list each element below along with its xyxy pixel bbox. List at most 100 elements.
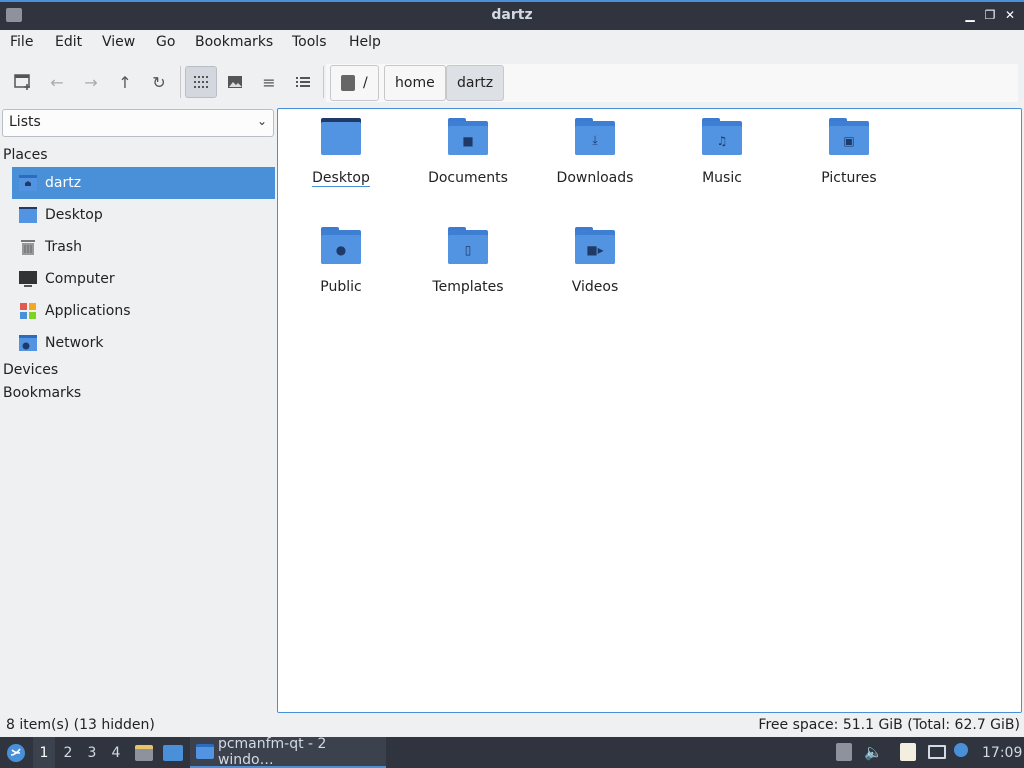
- menu-go[interactable]: Go: [156, 34, 175, 50]
- window-title: dartz: [491, 7, 533, 23]
- forward-button[interactable]: →: [75, 66, 107, 98]
- sidebar-item-label: Computer: [45, 271, 115, 287]
- workspace-3[interactable]: 3: [81, 737, 103, 768]
- file-item-templates[interactable]: ▯ Templates: [413, 227, 523, 295]
- status-free-space: Free space: 51.1 GiB (Total: 62.7 GiB): [758, 717, 1020, 733]
- sidebar-item-computer[interactable]: Computer: [12, 263, 275, 295]
- list-icon: ≡: [262, 72, 276, 92]
- taskbar-task-pcmanfm[interactable]: pcmanfm-qt - 2 windo…: [190, 736, 386, 768]
- public-folder-icon: ●: [321, 227, 361, 265]
- file-item-label: Pictures: [821, 170, 877, 186]
- sidebar-item-applications[interactable]: Applications: [12, 295, 275, 327]
- maximize-icon[interactable]: ❐: [982, 7, 998, 23]
- workspace-1[interactable]: 1: [33, 737, 55, 768]
- menu-bar: File Edit View Go Bookmarks Tools Help: [0, 30, 1024, 56]
- image-icon: [228, 76, 242, 88]
- reload-button[interactable]: ↻: [143, 66, 175, 98]
- sidebar-item-label: Trash: [45, 239, 82, 255]
- home-folder-icon: [18, 174, 38, 192]
- menu-view[interactable]: View: [102, 34, 135, 50]
- detailed-list-icon: [296, 77, 310, 87]
- tray-arrow-icon[interactable]: [836, 743, 854, 761]
- file-item-music[interactable]: ♫ Music: [667, 118, 777, 186]
- file-manager-launcher[interactable]: [134, 737, 154, 768]
- workspace-2[interactable]: 2: [57, 737, 79, 768]
- file-item-label: Downloads: [556, 170, 634, 186]
- downloads-folder-icon: ⤓: [575, 118, 615, 156]
- menu-bookmarks[interactable]: Bookmarks: [195, 34, 273, 50]
- volume-icon[interactable]: 🔈: [864, 743, 883, 761]
- breadcrumb-dartz[interactable]: dartz: [446, 65, 505, 101]
- side-panel-mode-select[interactable]: Lists ⌄: [2, 109, 274, 137]
- file-item-label: Templates: [432, 279, 504, 295]
- up-button[interactable]: ↑: [109, 66, 141, 98]
- desktop-folder-icon: [321, 118, 361, 156]
- chevron-down-icon: ⌄: [256, 114, 267, 128]
- pictures-folder-icon: ▣: [829, 118, 869, 156]
- compact-view-button[interactable]: ≡: [253, 66, 285, 98]
- computer-icon: [18, 270, 38, 288]
- lxqt-logo-icon: [7, 743, 25, 762]
- notification-icon[interactable]: [954, 743, 972, 761]
- show-desktop-button[interactable]: [162, 737, 184, 768]
- menu-file[interactable]: File: [10, 34, 33, 50]
- desktop-icon: [163, 744, 183, 761]
- sidebar-item-label: Applications: [45, 303, 131, 319]
- breadcrumb-dartz-label: dartz: [457, 75, 494, 91]
- network-icon: [18, 334, 38, 352]
- breadcrumb-home[interactable]: home: [384, 65, 446, 101]
- toolbar-separator: [323, 66, 324, 98]
- file-item-label: Documents: [428, 170, 508, 186]
- thumbnail-view-button[interactable]: [219, 66, 251, 98]
- side-panel-mode-value: Lists: [9, 114, 41, 130]
- file-item-downloads[interactable]: ⤓ Downloads: [540, 118, 650, 186]
- window-titlebar[interactable]: dartz ▁ ❐ ✕: [0, 0, 1024, 30]
- grid-icon: [194, 76, 208, 88]
- arrow-up-icon: ↑: [118, 72, 132, 92]
- desktop-folder-icon: [18, 206, 38, 224]
- file-item-desktop[interactable]: Desktop: [286, 118, 396, 187]
- network-tray-icon[interactable]: [928, 743, 946, 761]
- detailed-view-button[interactable]: [287, 66, 319, 98]
- breadcrumb-root[interactable]: /: [330, 65, 379, 101]
- sidebar-item-network[interactable]: Network: [12, 327, 275, 359]
- sidebar-item-trash[interactable]: Trash: [12, 231, 275, 263]
- close-icon[interactable]: ✕: [1002, 7, 1018, 23]
- menu-help[interactable]: Help: [349, 34, 381, 50]
- clock[interactable]: 17:09: [982, 737, 1022, 768]
- file-item-documents[interactable]: ■ Documents: [413, 118, 523, 186]
- reload-icon: ↻: [152, 72, 166, 92]
- back-button[interactable]: ←: [41, 66, 73, 98]
- clipboard-icon[interactable]: [900, 743, 918, 761]
- bookmarks-heading[interactable]: Bookmarks: [3, 385, 81, 401]
- arrow-left-icon: ←: [50, 72, 64, 92]
- menu-edit[interactable]: Edit: [55, 34, 82, 50]
- sidebar-item-desktop[interactable]: Desktop: [12, 199, 275, 231]
- templates-folder-icon: ▯: [448, 227, 488, 265]
- new-tab-icon: [14, 74, 30, 90]
- menu-tools[interactable]: Tools: [292, 34, 327, 50]
- file-item-public[interactable]: ● Public: [286, 227, 396, 295]
- file-view[interactable]: Desktop ■ Documents ⤓ Downloads ♫ Music …: [277, 108, 1022, 713]
- folder-icon: [196, 744, 214, 759]
- taskbar: 1 2 3 4 pcmanfm-qt - 2 windo… 🔈 17:09: [0, 736, 1024, 768]
- start-menu-button[interactable]: [4, 737, 28, 768]
- sidebar-item-label: Network: [45, 335, 104, 351]
- places-heading[interactable]: Places: [3, 147, 48, 163]
- trash-icon: [18, 238, 38, 256]
- arrow-right-icon: →: [84, 72, 98, 92]
- file-item-videos[interactable]: ■▸ Videos: [540, 227, 650, 295]
- breadcrumb-root-label: /: [363, 75, 368, 91]
- file-item-pictures[interactable]: ▣ Pictures: [794, 118, 904, 186]
- drive-icon: [341, 75, 355, 91]
- breadcrumb-home-label: home: [395, 75, 435, 91]
- sidebar-item-dartz[interactable]: dartz: [12, 167, 275, 199]
- new-tab-button[interactable]: [7, 66, 39, 98]
- minimize-icon[interactable]: ▁: [962, 7, 978, 23]
- workspace-4[interactable]: 4: [105, 737, 127, 768]
- applications-icon: [18, 302, 38, 320]
- file-item-label: Videos: [571, 279, 619, 295]
- videos-folder-icon: ■▸: [575, 227, 615, 265]
- icon-view-button[interactable]: [185, 66, 217, 98]
- devices-heading[interactable]: Devices: [3, 362, 58, 378]
